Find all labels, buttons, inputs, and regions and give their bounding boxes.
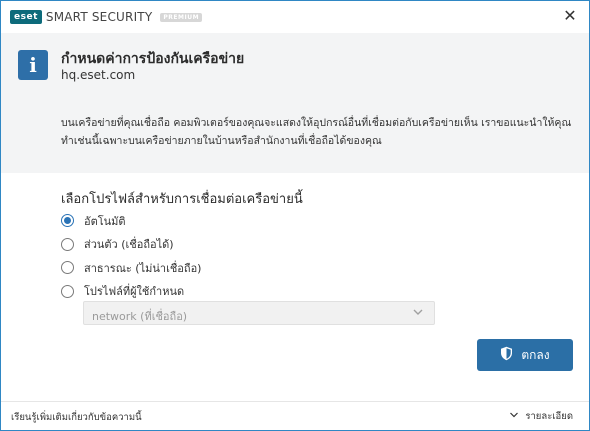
radio-label: สาธารณะ (ไม่น่าเชื่อถือ)	[84, 261, 202, 275]
dialog-description: บนเครือข่ายที่คุณเชื่อถือ คอมพิวเตอร์ของ…	[61, 117, 572, 147]
dialog-title: กำหนดค่าการป้องกันเครือข่าย	[61, 51, 245, 67]
product-name: SMART SECURITY	[45, 10, 153, 24]
radio-option-public[interactable]: สาธารณะ (ไม่น่าเชื่อถือ)	[61, 256, 201, 280]
profile-section-title: เลือกโปรไฟล์สำหรับการเชื่อมต่อเครือข่ายน…	[61, 192, 303, 207]
radio-icon[interactable]	[61, 237, 74, 251]
radio-option-custom[interactable]: โปรไฟล์ที่ผู้ใช้กำหนด	[61, 280, 201, 304]
eset-logo-mark: eset	[10, 10, 42, 24]
learn-more-link[interactable]: เรียนรู้เพิ่มเติมเกี่ยวกับข้อความนี้	[11, 410, 142, 425]
radio-icon[interactable]	[61, 261, 74, 275]
footer: เรียนรู้เพิ่มเติมเกี่ยวกับข้อความนี้ ราย…	[1, 401, 589, 430]
titlebar: eset SMART SECURITY PREMIUM ✕	[1, 1, 589, 33]
custom-profile-select[interactable]: network (ที่เชื่อถือ)	[83, 301, 435, 325]
ok-button-label: ตกลง	[521, 347, 550, 362]
shield-icon	[500, 346, 513, 365]
close-icon[interactable]: ✕	[561, 7, 579, 25]
radio-option-private[interactable]: ส่วนตัว (เชื่อถือได้)	[61, 233, 201, 257]
app-logo: eset SMART SECURITY PREMIUM	[10, 10, 203, 24]
profile-options: อัตโนมัติ ส่วนตัว (เชื่อถือได้) สาธารณะ …	[61, 209, 201, 303]
radio-label: อัตโนมัติ	[84, 214, 126, 228]
ok-button[interactable]: ตกลง	[477, 339, 573, 371]
edition-badge: PREMIUM	[160, 12, 203, 22]
network-host: hq.eset.com	[61, 68, 136, 82]
select-value: network (ที่เชื่อถือ)	[92, 310, 188, 323]
radio-option-auto[interactable]: อัตโนมัติ	[61, 209, 201, 233]
info-icon: i	[18, 50, 48, 80]
radio-icon[interactable]	[61, 284, 74, 298]
radio-checked-icon[interactable]	[61, 214, 74, 228]
radio-label: โปรไฟล์ที่ผู้ใช้กำหนด	[84, 285, 185, 299]
details-label: รายละเอียด	[525, 411, 573, 422]
chevron-down-icon	[509, 410, 519, 423]
dialog-window: eset SMART SECURITY PREMIUM ✕ i กำหนดค่า…	[0, 0, 590, 431]
chevron-down-icon	[412, 306, 424, 321]
radio-label: ส่วนตัว (เชื่อถือได้)	[84, 238, 174, 252]
details-toggle[interactable]: รายละเอียด	[509, 409, 573, 424]
